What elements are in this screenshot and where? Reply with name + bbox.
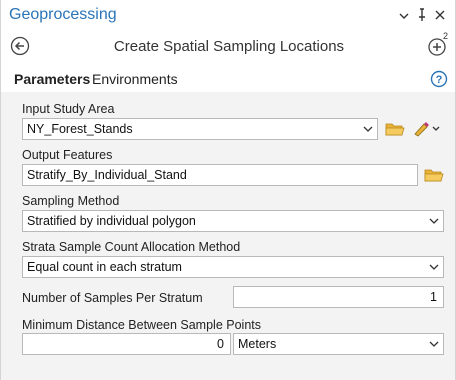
- browse-input-button[interactable]: [385, 120, 405, 138]
- tool-title: Create Spatial Sampling Locations: [113, 38, 345, 55]
- input-study-area-field[interactable]: NY_Forest_Stands: [22, 118, 378, 140]
- edit-features-button[interactable]: [411, 119, 441, 137]
- samples-per-stratum-label: Number of Samples Per Stratum: [22, 291, 203, 305]
- input-study-area-label: Input Study Area: [22, 102, 115, 116]
- pencil-icon: [414, 122, 440, 137]
- chevron-down-icon: [429, 218, 439, 224]
- geoprocessing-pane: Geoprocessing Create Spatial Sampling Lo…: [0, 0, 456, 380]
- folder-icon: [385, 123, 405, 136]
- samples-per-stratum-input[interactable]: 1: [233, 286, 444, 308]
- distance-unit-value: Meters: [238, 337, 277, 351]
- allocation-method-label: Strata Sample Count Allocation Method: [22, 240, 241, 254]
- add-tool-button[interactable]: 2: [428, 31, 450, 56]
- allocation-method-dropdown[interactable]: Equal count in each stratum: [22, 256, 444, 278]
- pane-title: Geoprocessing: [9, 6, 117, 23]
- chevron-down-icon[interactable]: [397, 8, 411, 24]
- pane-titlebar: Geoprocessing: [1, 0, 455, 34]
- distance-unit-dropdown[interactable]: Meters: [233, 333, 444, 355]
- sampling-method-dropdown[interactable]: Stratified by individual polygon: [22, 210, 444, 232]
- input-study-area-value: NY_Forest_Stands: [27, 122, 133, 136]
- tab-environments[interactable]: Environments: [92, 71, 178, 93]
- chevron-down-icon: [429, 264, 439, 270]
- back-button[interactable]: [10, 36, 30, 56]
- help-icon: ?: [430, 70, 448, 88]
- sampling-method-label: Sampling Method: [22, 194, 120, 208]
- browse-output-button[interactable]: [424, 166, 444, 184]
- tab-parameters[interactable]: Parameters: [14, 71, 91, 95]
- help-button[interactable]: ?: [430, 70, 448, 88]
- chevron-down-icon[interactable]: [363, 123, 373, 135]
- svg-text:?: ?: [436, 74, 443, 86]
- close-icon[interactable]: [433, 8, 447, 24]
- add-tool-badge: 2: [443, 31, 449, 41]
- samples-per-stratum-value: 1: [430, 290, 437, 304]
- chevron-down-icon: [429, 341, 439, 347]
- pin-icon[interactable]: [415, 8, 429, 24]
- parameters-form: Input Study Area NY_Forest_Stands Output…: [1, 92, 455, 380]
- folder-icon: [424, 169, 444, 182]
- sampling-method-value: Stratified by individual polygon: [27, 214, 196, 228]
- min-distance-input[interactable]: 0: [22, 333, 231, 355]
- min-distance-label: Minimum Distance Between Sample Points: [22, 318, 261, 332]
- output-features-label: Output Features: [22, 148, 113, 162]
- output-features-value: Stratify_By_Individual_Stand: [27, 168, 187, 182]
- allocation-method-value: Equal count in each stratum: [27, 260, 182, 274]
- min-distance-value: 0: [217, 337, 224, 351]
- output-features-field[interactable]: Stratify_By_Individual_Stand: [22, 164, 418, 186]
- back-arrow-icon: [10, 36, 30, 56]
